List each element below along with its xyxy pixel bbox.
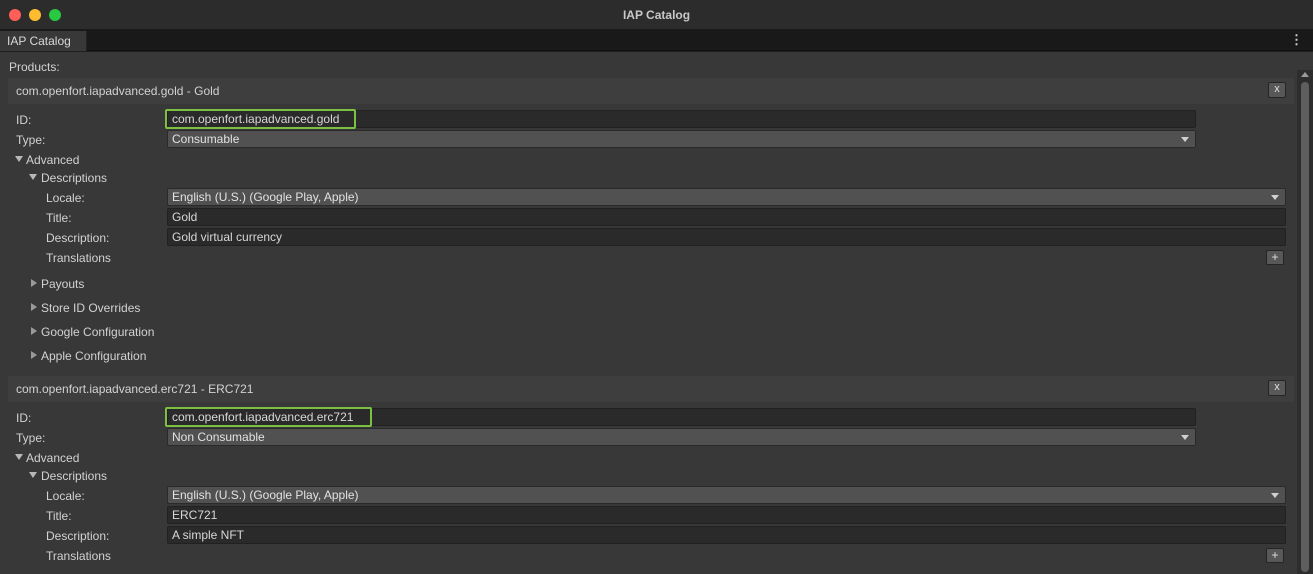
product-header-title: com.openfort.iapadvanced.gold - Gold — [16, 84, 220, 98]
foldout-collapsed-icon[interactable] — [31, 351, 37, 359]
vertical-scrollbar[interactable] — [1297, 70, 1313, 574]
type-dropdown[interactable]: Non Consumable — [167, 428, 1196, 446]
title-label: Title: — [46, 211, 72, 225]
foldout-collapsed-icon[interactable] — [31, 327, 37, 335]
remove-product-button[interactable]: x — [1268, 380, 1286, 396]
locale-dropdown-value: English (U.S.) (Google Play, Apple) — [172, 190, 359, 204]
type-dropdown-value: Non Consumable — [172, 430, 265, 444]
locale-dropdown-value: English (U.S.) (Google Play, Apple) — [172, 488, 359, 502]
type-dropdown-value: Consumable — [172, 132, 240, 146]
locale-dropdown[interactable]: English (U.S.) (Google Play, Apple) — [167, 486, 1286, 504]
foldout-collapsed-icon[interactable] — [31, 279, 37, 287]
kebab-menu-icon[interactable]: ⋮ — [1290, 31, 1303, 49]
google-configuration-foldout[interactable]: Google Configuration — [41, 325, 154, 339]
type-label: Type: — [16, 133, 46, 147]
type-dropdown[interactable]: Consumable — [167, 130, 1196, 148]
product-entry: com.openfort.iapadvanced.erc721 - ERC721… — [8, 376, 1294, 574]
descriptions-foldout[interactable]: Descriptions — [41, 171, 107, 185]
foldout-expanded-icon[interactable] — [15, 156, 23, 162]
title-bar: IAP Catalog — [0, 0, 1313, 30]
foldout-expanded-icon[interactable] — [29, 174, 37, 180]
translations-label: Translations — [46, 251, 111, 265]
inspector-panel: Products: com.openfort.iapadvanced.gold … — [0, 52, 1313, 574]
product-entry: com.openfort.iapadvanced.gold - Gold x I… — [8, 78, 1294, 374]
tab-strip: IAP Catalog ⋮ — [0, 30, 1313, 51]
locale-dropdown[interactable]: English (U.S.) (Google Play, Apple) — [167, 188, 1286, 206]
description-label: Description: — [46, 529, 110, 543]
title-input[interactable]: ERC721 — [167, 506, 1286, 524]
locale-label: Locale: — [46, 489, 85, 503]
description-input[interactable]: A simple NFT — [167, 526, 1286, 544]
foldout-expanded-icon[interactable] — [29, 472, 37, 478]
foldout-collapsed-icon[interactable] — [31, 303, 37, 311]
product-id-input[interactable]: com.openfort.iapadvanced.erc721 — [167, 408, 1196, 426]
add-translation-button[interactable]: + — [1266, 548, 1284, 563]
description-input[interactable]: Gold virtual currency — [167, 228, 1286, 246]
scroll-up-arrow-icon[interactable] — [1301, 72, 1309, 77]
payouts-foldout[interactable]: Payouts — [41, 277, 84, 291]
product-header: com.openfort.iapadvanced.erc721 - ERC721… — [8, 376, 1294, 402]
chevron-down-icon — [1181, 137, 1189, 142]
id-label: ID: — [16, 113, 32, 127]
scrollbar-thumb[interactable] — [1301, 82, 1309, 572]
descriptions-foldout[interactable]: Descriptions — [41, 469, 107, 483]
translations-label: Translations — [46, 549, 111, 563]
description-label: Description: — [46, 231, 110, 245]
type-label: Type: — [16, 431, 46, 445]
title-input[interactable]: Gold — [167, 208, 1286, 226]
advanced-foldout[interactable]: Advanced — [26, 153, 79, 167]
product-id-input[interactable]: com.openfort.iapadvanced.gold — [167, 110, 1196, 128]
product-header: com.openfort.iapadvanced.gold - Gold x — [8, 78, 1294, 104]
remove-product-button[interactable]: x — [1268, 82, 1286, 98]
advanced-foldout[interactable]: Advanced — [26, 451, 79, 465]
locale-label: Locale: — [46, 191, 85, 205]
id-label: ID: — [16, 411, 32, 425]
add-translation-button[interactable]: + — [1266, 250, 1284, 265]
store-id-overrides-foldout[interactable]: Store ID Overrides — [41, 301, 140, 315]
products-label: Products: — [9, 60, 60, 74]
chevron-down-icon — [1181, 435, 1189, 440]
foldout-expanded-icon[interactable] — [15, 454, 23, 460]
apple-configuration-foldout[interactable]: Apple Configuration — [41, 349, 146, 363]
title-label: Title: — [46, 509, 72, 523]
chevron-down-icon — [1271, 195, 1279, 200]
window-title: IAP Catalog — [622, 8, 691, 22]
tab-iap-catalog[interactable]: IAP Catalog — [0, 31, 87, 51]
chevron-down-icon — [1271, 493, 1279, 498]
product-header-title: com.openfort.iapadvanced.erc721 - ERC721 — [16, 382, 254, 396]
